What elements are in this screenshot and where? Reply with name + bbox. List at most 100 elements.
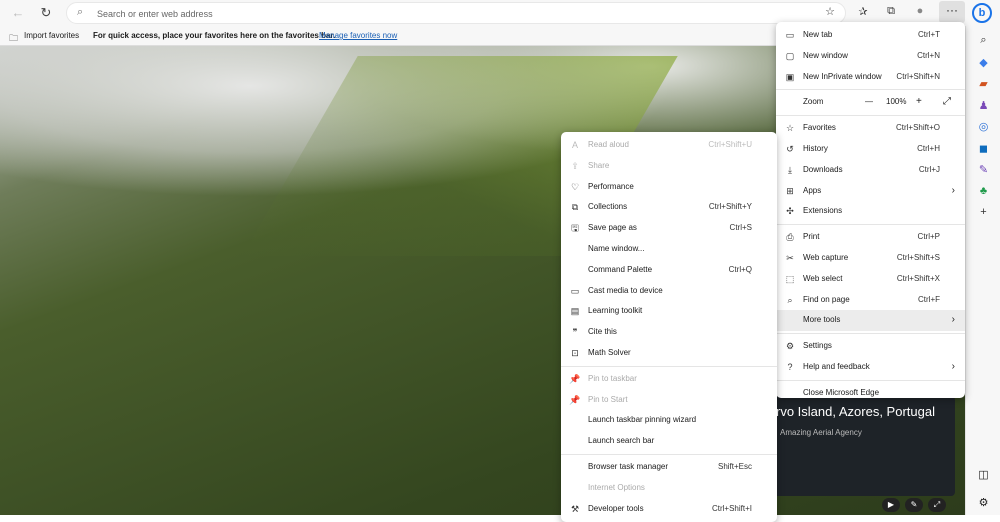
shortcut-label: Ctrl+Shift+I xyxy=(711,503,752,513)
menu-item-label: New tab xyxy=(803,30,833,39)
menu-item-settings[interactable]: ⚙ Settings xyxy=(776,336,965,357)
bing-copilot-icon[interactable]: b xyxy=(972,3,992,23)
chevron-right-icon: › xyxy=(951,314,955,326)
cast-media-icon: ▭ xyxy=(570,285,580,296)
manage-favorites-link[interactable]: Manage favorites now xyxy=(319,31,397,40)
menu-item-share: ⇪ Share xyxy=(561,156,777,177)
favorites-icon[interactable]: ✰ xyxy=(855,5,871,18)
menu-item-extensions[interactable]: ✣ Extensions xyxy=(776,201,965,222)
menu-item-find-on-page[interactable]: ⌕ Find on page Ctrl+F xyxy=(776,290,965,311)
chevron-right-icon: › xyxy=(951,184,955,196)
menu-item-downloads[interactable]: ⤓ Downloads Ctrl+J xyxy=(776,160,965,181)
menu-item-label: Math Solver xyxy=(588,347,631,357)
downloads-icon: ⤓ xyxy=(788,164,792,175)
menu-item-new-window[interactable]: ▢ New window Ctrl+N xyxy=(776,46,965,67)
add-favorite-icon[interactable]: ☆ xyxy=(822,5,838,18)
menu-item-label: Web select xyxy=(803,273,843,283)
menu-item-cast-media[interactable]: ▭ Cast media to device xyxy=(561,281,777,302)
shortcut-label: Ctrl+Shift+O xyxy=(895,123,940,133)
tools-icon[interactable]: ▰ xyxy=(975,77,992,90)
chevron-right-icon: › xyxy=(951,360,955,372)
zoom-in-icon[interactable]: + xyxy=(916,92,922,113)
menu-item-new-tab[interactable]: ▭ New tab Ctrl+T xyxy=(776,25,965,46)
menu-item-launch-search-bar[interactable]: Launch search bar xyxy=(561,431,777,452)
collections-icon: ⧉ xyxy=(571,202,579,213)
shortcut-label: Ctrl+Q xyxy=(728,264,752,274)
menu-item-label: Cast media to device xyxy=(588,285,663,295)
menu-item-favorites[interactable]: ☆ Favorites Ctrl+Shift+O xyxy=(776,118,965,139)
menu-item-read-aloud: A Read aloud Ctrl+Shift+U xyxy=(561,135,777,156)
menu-item-label: More tools xyxy=(803,315,841,325)
menu-item-browser-task-manager[interactable]: Browser task manager Shift+Esc xyxy=(561,457,777,478)
collections-icon[interactable]: ⧉ xyxy=(883,5,899,18)
shortcut-label: Ctrl+N xyxy=(917,50,940,60)
shortcut-label: Ctrl+Shift+N xyxy=(896,71,940,81)
menu-item-web-capture[interactable]: ✂ Web capture Ctrl+Shift+S xyxy=(776,248,965,269)
sidebar-settings-icon[interactable]: ⚙ xyxy=(975,496,992,509)
read-aloud-icon: A xyxy=(571,140,578,150)
back-icon[interactable]: ← xyxy=(10,5,26,20)
menu-item-collections[interactable]: ⧉ Collections Ctrl+Shift+Y xyxy=(561,197,777,218)
address-placeholder: Search or enter web address xyxy=(97,9,213,19)
expand-icon[interactable]: ⤢ xyxy=(928,498,946,512)
math-solver-icon: ⊡ xyxy=(571,347,579,358)
menu-item-pin-to-taskbar: 📌 Pin to taskbar xyxy=(561,369,777,390)
menu-item-help-and-feedback[interactable]: ? Help and feedback › xyxy=(776,357,965,378)
menu-item-cite-this[interactable]: ❞ Cite this xyxy=(561,322,777,343)
shopping-icon[interactable]: ◆ xyxy=(975,56,992,69)
new-inprivate-window-icon: ▣ xyxy=(785,71,795,82)
settings-and-more-menu: ▭ New tab Ctrl+T ▢ New window Ctrl+N ▣ New InPr… xyxy=(776,22,965,398)
video-credit: Amazing Aerial Agency xyxy=(780,428,862,437)
menu-item-developer-tools[interactable]: ⚒ Developer tools Ctrl+Shift+I xyxy=(561,499,777,520)
zoom-out-icon[interactable]: — xyxy=(865,92,873,113)
more-icon[interactable]: ··· xyxy=(939,1,965,23)
menu-item-learning-toolkit[interactable]: ▤ Learning toolkit xyxy=(561,301,777,322)
search-icon: ⌕ xyxy=(77,6,84,18)
menu-item-more-tools[interactable]: More tools › xyxy=(776,310,965,332)
menu-item-save-page-as[interactable]: 🖫 Save page as Ctrl+S xyxy=(561,218,777,239)
history-icon: ↺ xyxy=(786,143,794,154)
pin-to-taskbar-icon: 📌 xyxy=(569,373,581,384)
add-icon[interactable]: + xyxy=(975,206,992,218)
menu-divider xyxy=(776,333,965,335)
developer-tools-icon: ⚒ xyxy=(570,503,580,514)
outlook-icon[interactable]: ◼ xyxy=(975,142,992,155)
drop-icon[interactable]: ✎ xyxy=(975,163,992,176)
menu-item-web-select[interactable]: ⬚ Web select Ctrl+Shift+X xyxy=(776,269,965,290)
menu-item-math-solver[interactable]: ⊡ Math Solver xyxy=(561,343,777,364)
print-icon: ⎙ xyxy=(786,232,794,243)
search-icon[interactable]: ⌕ xyxy=(975,34,992,47)
games-icon[interactable]: ♟ xyxy=(975,99,992,112)
feedback-icon[interactable]: ✎ xyxy=(905,498,923,512)
menu-item-print[interactable]: ⎙ Print Ctrl+P xyxy=(776,227,965,248)
menu-item-history[interactable]: ↺ History Ctrl+H xyxy=(776,139,965,160)
refresh-icon[interactable]: ↻ xyxy=(38,5,54,21)
menu-item-label: Learning toolkit xyxy=(588,306,643,316)
menu-item-close-microsoft-edge[interactable]: Close Microsoft Edge xyxy=(776,383,965,404)
import-favorites-button[interactable]: Import favorites xyxy=(24,31,79,40)
menu-item-performance[interactable]: ♡ Performance xyxy=(561,177,777,198)
menu-item-label: Read aloud xyxy=(588,140,629,149)
menu-item-label: Downloads xyxy=(803,164,843,174)
menu-item-launch-taskbar-pinning-wizard[interactable]: Launch taskbar pinning wizard xyxy=(561,410,777,431)
new-window-icon: ▢ xyxy=(785,50,795,61)
menu-item-name-window[interactable]: Name window... xyxy=(561,239,777,260)
menu-item-command-palette[interactable]: Command Palette Ctrl+Q xyxy=(561,260,777,281)
menu-item-label: Web capture xyxy=(803,252,849,262)
settings-icon: ⚙ xyxy=(785,341,795,352)
menu-item-label: Performance xyxy=(588,181,634,191)
profile-icon[interactable]: ● xyxy=(912,5,928,17)
menu-item-new-inprivate-window[interactable]: ▣ New InPrivate window Ctrl+Shift+N xyxy=(776,67,965,88)
find-on-page-icon: ⌕ xyxy=(787,294,793,305)
menu-item-label: Apps xyxy=(803,185,822,195)
menu-item-label: Extensions xyxy=(803,206,843,216)
menu-divider xyxy=(776,224,965,226)
fullscreen-icon[interactable]: ⤢ xyxy=(943,92,951,113)
play-icon[interactable]: ▶ xyxy=(882,498,900,512)
office-icon[interactable]: ◎ xyxy=(975,120,992,133)
menu-item-apps[interactable]: ⊞ Apps › xyxy=(776,181,965,202)
address-bar[interactable]: ⌕ Search or enter web address xyxy=(66,2,846,24)
tree-icon[interactable]: ♣ xyxy=(975,185,992,197)
hide-sidebar-icon[interactable]: ◫ xyxy=(975,468,992,481)
menu-divider xyxy=(776,89,965,91)
